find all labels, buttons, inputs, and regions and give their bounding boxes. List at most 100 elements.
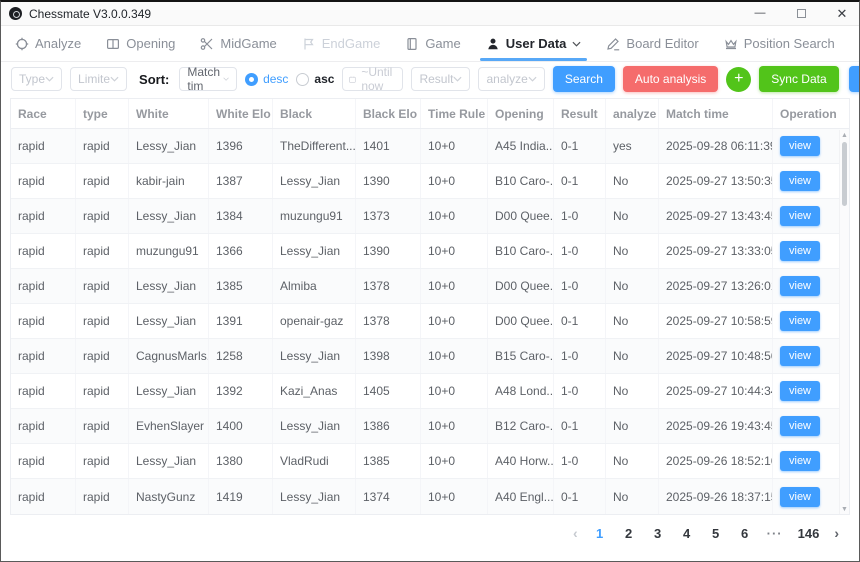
cell-operation: view — [773, 444, 849, 478]
cell-black: openair-gaz — [273, 304, 356, 338]
result-select-value: Result — [419, 72, 453, 86]
auto-analysis-button[interactable]: Auto analysis — [623, 66, 718, 92]
cell-race: rapid — [11, 479, 76, 514]
cell-match-time: 2025-09-27 13:26:01 — [659, 269, 773, 303]
cell-analyze: No — [606, 304, 659, 338]
cell-white: Lessy_Jian — [129, 304, 209, 338]
table-row: rapid rapid NastyGunz 1419 Lessy_Jian 13… — [11, 479, 849, 514]
tab-user-data[interactable]: User Data — [486, 26, 582, 61]
cell-result: 1-0 — [554, 269, 606, 303]
cell-operation: view — [773, 129, 849, 163]
view-button[interactable]: view — [780, 171, 820, 191]
page-ellipsis[interactable]: ··· — [767, 526, 783, 541]
cell-time-rule: 10+0 — [421, 444, 488, 478]
limite-select[interactable]: Limite — [70, 67, 127, 91]
radio-desc-label: desc — [263, 72, 288, 86]
cell-analyze: No — [606, 164, 659, 198]
page-button-4[interactable]: 4 — [680, 526, 694, 541]
cell-race: rapid — [11, 199, 76, 233]
view-button[interactable]: view — [780, 241, 820, 261]
app-icon — [9, 7, 22, 20]
chevron-down-icon — [45, 76, 54, 82]
view-button[interactable]: view — [780, 451, 820, 471]
view-button[interactable]: view — [780, 311, 820, 331]
flag-icon — [302, 37, 316, 51]
cell-analyze: No — [606, 409, 659, 443]
cell-type: rapid — [76, 374, 129, 408]
chevron-down-icon — [223, 76, 229, 82]
cell-race: rapid — [11, 164, 76, 198]
title-bar: Chessmate V3.0.0.349 — ✕ — [1, 2, 859, 26]
analyze-select[interactable]: analyze — [478, 67, 544, 91]
view-button[interactable]: view — [780, 206, 820, 226]
page-button-6[interactable]: 6 — [738, 526, 752, 541]
page-button-2[interactable]: 2 — [622, 526, 636, 541]
cell-black: Lessy_Jian — [273, 339, 356, 373]
table-row: rapid rapid Lessy_Jian 1380 VladRudi 138… — [11, 444, 849, 479]
date-range-placeholder: ~Until now — [361, 65, 396, 93]
cell-black: Almiba — [273, 269, 356, 303]
cell-white-elo: 1391 — [209, 304, 273, 338]
col-black: Black — [273, 99, 356, 128]
cell-black-elo: 1390 — [356, 234, 421, 268]
view-button[interactable]: view — [780, 136, 820, 156]
tab-board-editor[interactable]: Board Editor — [606, 26, 698, 61]
crown-icon — [724, 37, 738, 51]
page-button-5[interactable]: 5 — [709, 526, 723, 541]
view-button[interactable]: view — [780, 346, 820, 366]
scroll-down-icon[interactable]: ▼ — [840, 504, 849, 514]
prev-page-button[interactable]: ‹ — [573, 525, 578, 541]
tab-opening[interactable]: Opening — [106, 26, 175, 61]
cell-time-rule: 10+0 — [421, 234, 488, 268]
radio-desc[interactable]: desc — [245, 72, 288, 86]
cell-race: rapid — [11, 304, 76, 338]
tab-midgame[interactable]: MidGame — [200, 26, 276, 61]
cell-black-elo: 1390 — [356, 164, 421, 198]
cell-white-elo: 1380 — [209, 444, 273, 478]
chevron-down-icon — [110, 76, 119, 82]
table-row: rapid rapid EvhenSlayer 1400 Lessy_Jian … — [11, 409, 849, 444]
cell-type: rapid — [76, 234, 129, 268]
page-button-3[interactable]: 3 — [651, 526, 665, 541]
vertical-scrollbar[interactable]: ▲ ▼ — [839, 130, 849, 514]
app-window: Chessmate V3.0.0.349 — ✕ Analyze Opening… — [0, 0, 860, 562]
radio-asc[interactable]: asc — [296, 72, 334, 86]
cell-race: rapid — [11, 444, 76, 478]
type-select[interactable]: Type — [11, 67, 62, 91]
view-button[interactable]: view — [780, 416, 820, 436]
cell-white-elo: 1385 — [209, 269, 273, 303]
maximize-button[interactable] — [794, 7, 808, 21]
analyze-icon — [15, 37, 29, 51]
cell-black-elo: 1398 — [356, 339, 421, 373]
view-button[interactable]: view — [780, 381, 820, 401]
search-button[interactable]: Search — [553, 66, 615, 92]
cell-black: Kazi_Anas — [273, 374, 356, 408]
result-select[interactable]: Result — [411, 67, 470, 91]
tab-game[interactable]: Game — [405, 26, 460, 61]
minimize-button[interactable]: — — [753, 7, 767, 21]
sort-field-select[interactable]: Match tim — [179, 67, 237, 91]
cell-analyze: No — [606, 374, 659, 408]
cell-race: rapid — [11, 269, 76, 303]
analyze-select-value: analyze — [486, 72, 527, 86]
cell-time-rule: 10+0 — [421, 199, 488, 233]
view-button[interactable]: view — [780, 276, 820, 296]
add-button[interactable]: + — [726, 67, 751, 92]
date-range-input[interactable]: ~Until now — [342, 67, 403, 91]
page-button-1[interactable]: 1 — [593, 526, 607, 541]
sync-data-button[interactable]: Sync Data — [759, 66, 838, 92]
cell-white: Lessy_Jian — [129, 374, 209, 408]
col-type: type — [76, 99, 129, 128]
page-button-146[interactable]: 146 — [798, 526, 820, 541]
tab-position-search[interactable]: Position Search — [724, 26, 835, 61]
tab-analyze[interactable]: Analyze — [15, 26, 81, 61]
scroll-up-icon[interactable]: ▲ — [840, 130, 849, 140]
import-pgn-button[interactable]: Import Pgn — [849, 66, 860, 92]
scrollbar-thumb[interactable] — [842, 142, 847, 206]
cell-white: NastyGunz — [129, 479, 209, 514]
cell-operation: view — [773, 479, 849, 514]
cell-match-time: 2025-09-27 10:48:56 — [659, 339, 773, 373]
view-button[interactable]: view — [780, 487, 820, 507]
next-page-button[interactable]: › — [834, 525, 839, 541]
close-button[interactable]: ✕ — [835, 7, 849, 21]
